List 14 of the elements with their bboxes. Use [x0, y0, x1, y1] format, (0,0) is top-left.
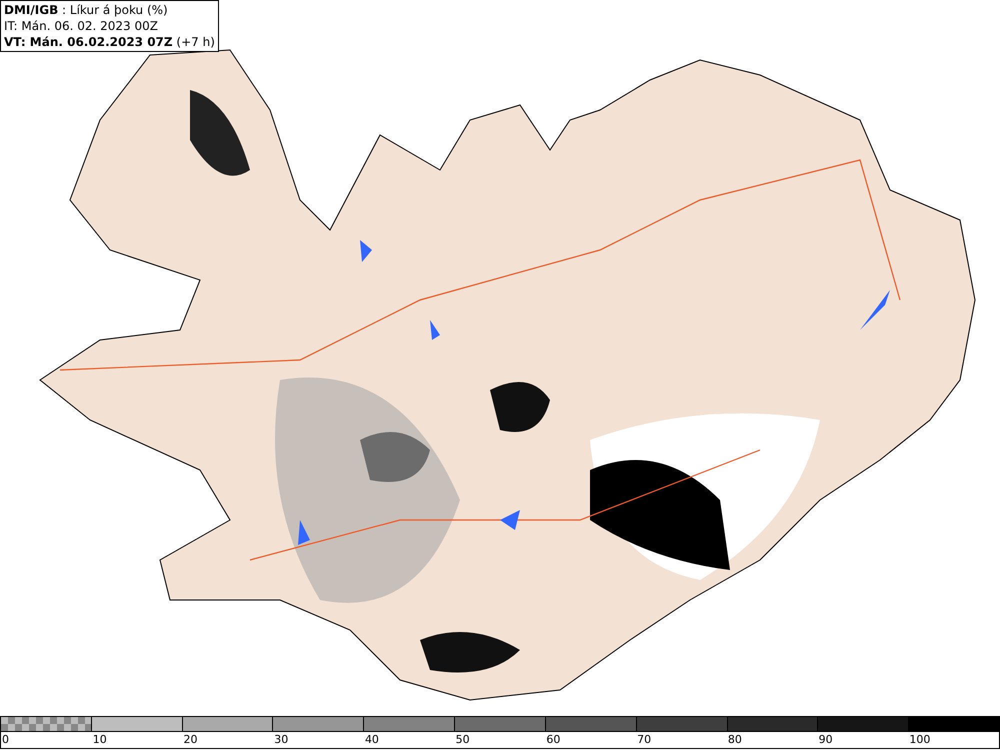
valid-time: VT: Mán. 06.02.2023 07Z (+7 h) [4, 34, 215, 50]
legend-label: 60 [546, 733, 560, 746]
legend-label: 70 [637, 733, 652, 746]
legend-label: 30 [274, 733, 288, 746]
legend-label: 0 [2, 733, 9, 746]
legend-label: 80 [728, 733, 742, 746]
legend-label: 10 [92, 733, 107, 746]
map-title: DMI/IGB : Líkur á þoku (%) [4, 2, 169, 18]
legend-label: 100 [909, 733, 930, 746]
legend-label: 40 [364, 733, 379, 746]
legend-label: 50 [456, 733, 470, 746]
legend-label: 90 [818, 733, 833, 746]
issue-time: IT: Mán. 06. 02. 2023 00Z [4, 18, 159, 34]
legend-label: 20 [183, 733, 198, 746]
